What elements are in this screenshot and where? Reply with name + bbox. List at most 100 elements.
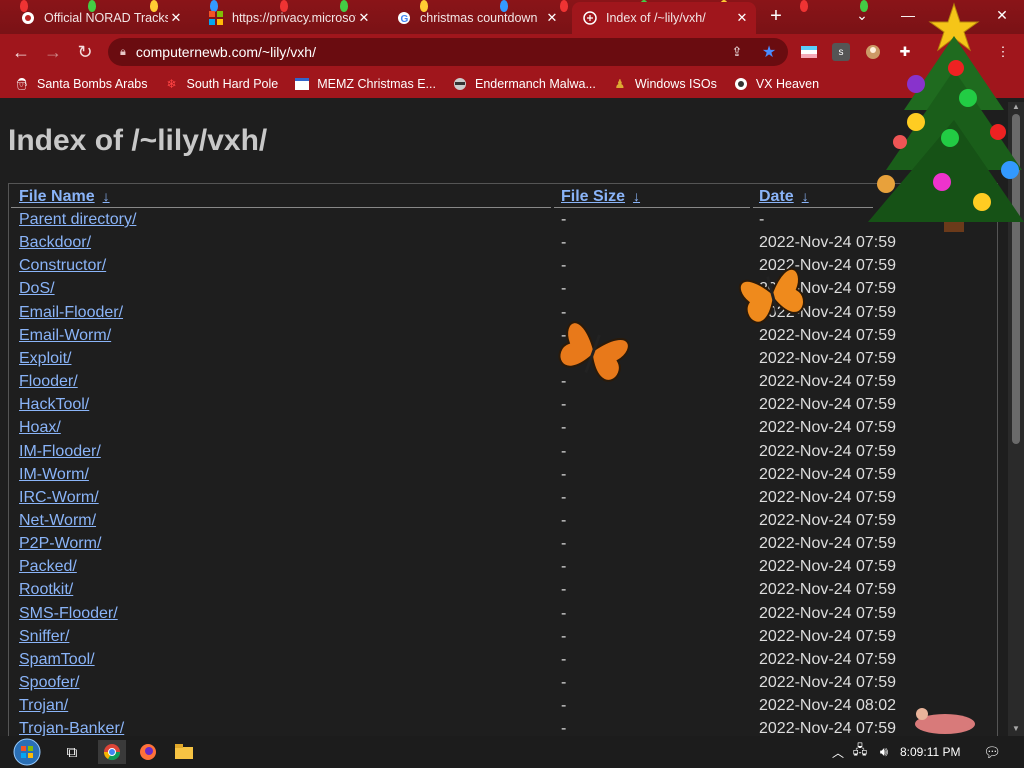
table-row: Spoofer/ - 2022-Nov-24 07:59 xyxy=(9,674,999,697)
microsoft-icon xyxy=(208,10,224,26)
file-link[interactable]: Trojan/ xyxy=(19,697,68,715)
file-link[interactable]: Sniffer/ xyxy=(19,628,69,646)
address-bar[interactable]: 🔒︎ computernewb.com/~lily/vxh/ xyxy=(108,38,788,66)
scrollbar-thumb[interactable] xyxy=(1012,114,1020,444)
column-header-date[interactable]: Date ↓ xyxy=(759,188,809,206)
back-icon[interactable]: ← xyxy=(8,40,34,64)
action-center-icon[interactable]: 💬︎ xyxy=(980,740,1004,764)
page-scrollbar[interactable]: ▲ ▼ xyxy=(1008,102,1024,736)
file-link[interactable]: Email-Worm/ xyxy=(19,327,111,345)
bookmark-south-hard-pole[interactable]: ❄ South Hard Pole xyxy=(163,76,278,92)
tab-title: Index of /~lily/vxh/ xyxy=(606,11,706,25)
sort-arrow-icon: ↓ xyxy=(801,188,809,204)
column-header-file-size[interactable]: File Size ↓ xyxy=(561,188,640,206)
firefox-icon[interactable] xyxy=(136,740,160,764)
table-row: Sniffer/ - 2022-Nov-24 07:59 xyxy=(9,628,999,651)
table-row: Rootkit/ - 2022-Nov-24 07:59 xyxy=(9,581,999,604)
start-orb-icon[interactable] xyxy=(12,737,42,767)
table-row: Backdoor/ - 2022-Nov-24 07:59 xyxy=(9,234,999,257)
file-link[interactable]: Flooder/ xyxy=(19,373,78,391)
file-link[interactable]: Backdoor/ xyxy=(19,234,91,252)
file-link[interactable]: IM-Worm/ xyxy=(19,466,89,484)
file-link[interactable]: Packed/ xyxy=(19,558,77,576)
minimize-icon[interactable]: — xyxy=(890,4,926,26)
file-size-cell: - xyxy=(561,326,567,344)
table-row: DoS/ - 2022-Nov-24 07:59 xyxy=(9,280,999,303)
chrome-icon[interactable] xyxy=(98,740,126,764)
date-cell: 2022-Nov-24 07:59 xyxy=(759,650,896,668)
table-row: Email-Flooder/ - 2022-Nov-24 07:59 xyxy=(9,304,999,327)
file-link[interactable]: Email-Flooder/ xyxy=(19,304,123,322)
scroll-up-icon[interactable]: ▲ xyxy=(1008,102,1024,114)
svg-text:G: G xyxy=(401,14,409,25)
file-link[interactable]: Constructor/ xyxy=(19,257,106,275)
sort-arrow-icon: ↓ xyxy=(102,188,110,204)
file-link[interactable]: P2P-Worm/ xyxy=(19,535,101,553)
date-cell: 2022-Nov-24 07:59 xyxy=(759,234,896,252)
date-cell: 2022-Nov-24 07:59 xyxy=(759,373,896,391)
extension-flag-icon[interactable] xyxy=(800,43,818,61)
tab-search-icon[interactable]: ⌄ xyxy=(844,4,880,26)
tab-title: https://privacy.microsoft xyxy=(232,11,356,25)
table-row: Parent directory/ - - xyxy=(9,211,999,234)
menu-icon[interactable]: ⋮ xyxy=(994,43,1012,61)
table-row: Constructor/ - 2022-Nov-24 07:59 xyxy=(9,257,999,280)
scroll-down-icon[interactable]: ▼ xyxy=(1008,724,1024,736)
new-tab-button[interactable]: + xyxy=(764,6,788,28)
bookmark-memz-christmas[interactable]: MEMZ Christmas E... xyxy=(294,76,436,92)
url-text: computernewb.com/~lily/vxh/ xyxy=(135,44,316,60)
close-icon[interactable]: ✕ xyxy=(168,10,184,26)
tab-norad[interactable]: Official NORAD Tracks ✕ xyxy=(10,2,190,34)
table-row: Flooder/ - 2022-Nov-24 07:59 xyxy=(9,373,999,396)
volume-icon[interactable]: 🔊︎ xyxy=(872,740,896,764)
task-view-icon[interactable]: ⧉ xyxy=(60,740,84,764)
bookmark-endermanch[interactable]: Endermanch Malwa... xyxy=(452,76,596,92)
tab-microsoft[interactable]: https://privacy.microsoft ✕ xyxy=(198,2,378,34)
file-link[interactable]: Parent directory/ xyxy=(19,211,136,229)
file-explorer-icon[interactable] xyxy=(172,740,196,764)
file-link[interactable]: IRC-Worm/ xyxy=(19,489,99,507)
snowflake-icon: ❄ xyxy=(166,77,177,91)
column-header-file-name[interactable]: File Name ↓ xyxy=(19,188,110,206)
extensions-puzzle-icon[interactable]: ✚ xyxy=(896,43,914,61)
bookmark-windows-isos[interactable]: ♟ Windows ISOs xyxy=(612,76,716,92)
file-size-cell: - xyxy=(561,720,567,736)
reload-icon[interactable]: ↻ xyxy=(72,40,98,64)
file-size-cell: - xyxy=(561,488,567,506)
file-link[interactable]: SpamTool/ xyxy=(19,651,95,669)
tab-google[interactable]: G christmas countdown ✕ xyxy=(386,2,566,34)
network-icon[interactable]: 🖧︎ xyxy=(848,740,872,764)
bookmark-vx-heaven[interactable]: VX Heaven xyxy=(733,76,819,92)
show-hidden-icons-chevron-icon[interactable]: ︿ xyxy=(826,740,850,764)
date-cell: 2022-Nov-24 07:59 xyxy=(759,581,896,599)
share-icon[interactable]: ⇪ xyxy=(728,43,746,61)
tab-index-active[interactable]: Index of /~lily/vxh/ ✕ xyxy=(572,2,756,34)
file-size-cell: - xyxy=(561,558,567,576)
file-link[interactable]: Net-Worm/ xyxy=(19,512,96,530)
profile-extension-icon[interactable] xyxy=(864,43,882,61)
file-link[interactable]: DoS/ xyxy=(19,280,55,298)
close-icon[interactable]: ✕ xyxy=(734,10,750,26)
date-cell: 2022-Nov-24 07:59 xyxy=(759,419,896,437)
file-size-cell: - xyxy=(561,627,567,645)
file-size-cell: - xyxy=(561,257,567,275)
file-link[interactable]: Spoofer/ xyxy=(19,674,79,692)
bookmark-star-icon[interactable]: ★ xyxy=(760,43,778,61)
taskbar-clock[interactable]: 8:09:11 PM xyxy=(900,745,960,759)
close-window-icon[interactable]: ✕ xyxy=(984,4,1020,26)
file-link[interactable]: HackTool/ xyxy=(19,396,89,414)
file-link[interactable]: IM-Flooder/ xyxy=(19,443,101,461)
close-icon[interactable]: ✕ xyxy=(544,10,560,26)
file-size-cell: - xyxy=(561,674,567,691)
forward-icon[interactable]: → xyxy=(40,40,66,64)
file-link[interactable]: Trojan-Banker/ xyxy=(19,720,124,736)
file-link[interactable]: Rootkit/ xyxy=(19,581,73,599)
close-icon[interactable]: ✕ xyxy=(356,10,372,26)
file-link[interactable]: SMS-Flooder/ xyxy=(19,605,118,623)
extension-s-icon[interactable]: s xyxy=(832,43,850,61)
bookmark-santa-bombs-arabs[interactable]: 🎅︎ Santa Bombs Arabs xyxy=(14,76,147,92)
table-row: SpamTool/ - 2022-Nov-24 07:59 xyxy=(9,651,999,674)
file-link[interactable]: Exploit/ xyxy=(19,350,71,368)
lock-icon[interactable]: 🔒︎ xyxy=(120,46,126,59)
file-link[interactable]: Hoax/ xyxy=(19,419,61,437)
